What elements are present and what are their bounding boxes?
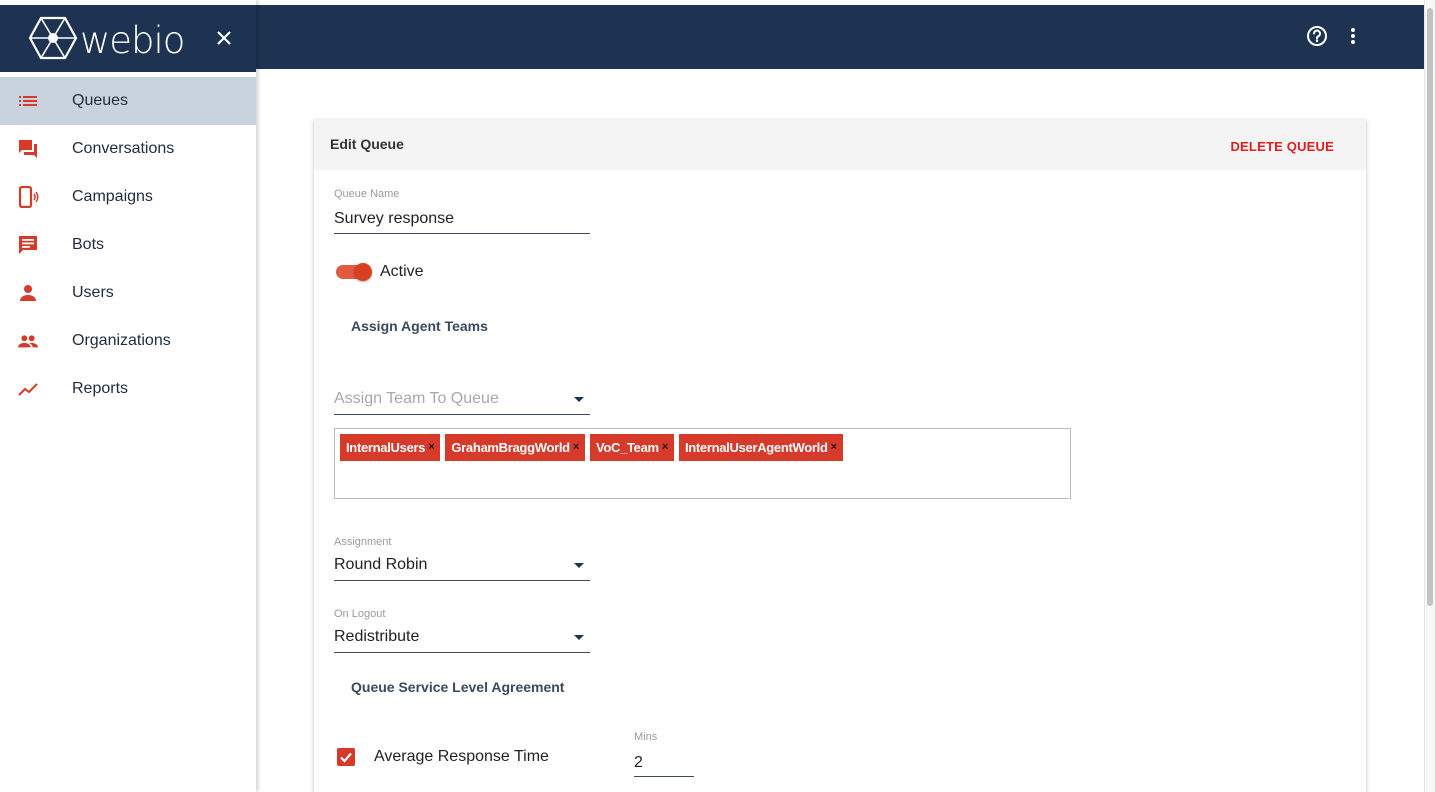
scrollbar-thumb[interactable]: [1427, 8, 1433, 606]
trending-up-icon: [17, 378, 39, 400]
sidebar-item-conversations[interactable]: Conversations: [0, 125, 256, 173]
chevron-down-icon: [574, 635, 584, 640]
person-icon: [17, 282, 39, 304]
people-icon: [17, 330, 39, 352]
sidebar-item-reports[interactable]: Reports: [0, 365, 256, 413]
sidebar-item-users[interactable]: Users: [0, 269, 256, 317]
phone-broadcast-icon: [17, 186, 39, 208]
team-chip[interactable]: InternalUserAgentWorld ×: [678, 434, 843, 461]
on-logout-value: Redistribute: [334, 628, 420, 645]
remove-chip-icon[interactable]: ×: [831, 434, 837, 461]
team-chip[interactable]: VoC_Team ×: [589, 434, 674, 461]
logo: webio: [28, 15, 185, 66]
sidebar-item-label: Organizations: [72, 332, 171, 349]
active-toggle[interactable]: [336, 263, 372, 281]
toggle-knob: [354, 263, 372, 281]
avg-response-minutes-value: 2: [634, 754, 643, 771]
close-icon[interactable]: [214, 28, 234, 48]
remove-chip-icon[interactable]: ×: [428, 434, 434, 461]
forum-icon: [17, 138, 39, 160]
webio-logo-icon: [28, 15, 78, 66]
assigned-teams-box: InternalUsers × GrahamBraggWorld × VoC_T…: [334, 428, 1071, 499]
sidebar-item-label: Users: [72, 284, 114, 301]
queue-name-value: Survey response: [334, 210, 455, 227]
team-chip[interactable]: GrahamBraggWorld ×: [445, 434, 585, 461]
assignment-value: Round Robin: [334, 556, 428, 573]
app-root: webio Queues Conversations Campaigns Bot…: [0, 0, 1435, 792]
sidebar: webio Queues Conversations Campaigns Bot…: [0, 0, 256, 792]
help-circle-icon[interactable]: [1306, 25, 1328, 47]
assign-agent-teams-heading: Assign Agent Teams: [351, 318, 488, 334]
sidebar-item-queues[interactable]: Queues: [0, 77, 256, 125]
chevron-down-icon: [574, 563, 584, 568]
sidebar-item-bots[interactable]: Bots: [0, 221, 256, 269]
more-vert-icon[interactable]: [1342, 25, 1364, 47]
team-chip[interactable]: InternalUsers ×: [340, 434, 441, 461]
team-chip-label: GrahamBraggWorld: [451, 440, 570, 455]
sidebar-item-label: Conversations: [72, 140, 175, 157]
card-title: Edit Queue: [330, 136, 404, 152]
team-chip-label: VoC_Team: [595, 440, 659, 455]
sidebar-item-campaigns[interactable]: Campaigns: [0, 173, 256, 221]
logo-text: webio: [80, 18, 185, 62]
active-label: Active: [380, 263, 424, 280]
sidebar-item-label: Queues: [72, 92, 129, 109]
sidebar-item-organizations[interactable]: Organizations: [0, 317, 256, 365]
on-logout-select[interactable]: Redistribute: [334, 626, 590, 653]
chat-icon: [17, 234, 39, 256]
assignment-label: Assignment: [334, 536, 392, 548]
assignment-select[interactable]: Round Robin: [334, 554, 590, 581]
assign-team-select[interactable]: Assign Team To Queue: [334, 388, 590, 415]
sidebar-header: webio: [0, 0, 256, 72]
delete-queue-button[interactable]: DELETE QUEUE: [1230, 139, 1334, 154]
remove-chip-icon[interactable]: ×: [662, 434, 668, 461]
list-icon: [17, 90, 39, 112]
edit-queue-card: Edit Queue DELETE QUEUE Queue Name Surve…: [314, 120, 1366, 792]
on-logout-label: On Logout: [334, 608, 386, 620]
chevron-down-icon: [574, 397, 584, 402]
queue-name-label: Queue Name: [334, 188, 400, 200]
team-chip-label: InternalUsers: [346, 440, 426, 455]
sidebar-item-label: Campaigns: [72, 188, 153, 205]
sla-heading: Queue Service Level Agreement: [351, 679, 565, 695]
queue-name-input[interactable]: Survey response: [334, 208, 590, 234]
avg-response-label: Average Response Time: [374, 748, 549, 765]
assign-team-placeholder: Assign Team To Queue: [334, 390, 499, 407]
sidebar-nav: Queues Conversations Campaigns Bots User…: [0, 77, 256, 413]
avg-response-checkbox[interactable]: [337, 748, 355, 766]
team-chip-label: InternalUserAgentWorld: [684, 440, 828, 455]
avg-response-minutes-input[interactable]: 2: [634, 752, 694, 777]
remove-chip-icon[interactable]: ×: [573, 434, 579, 461]
mins-label: Mins: [634, 731, 658, 743]
card-header: Edit Queue DELETE QUEUE: [314, 120, 1366, 170]
sidebar-item-label: Bots: [72, 236, 105, 253]
page-scrollbar[interactable]: [1424, 0, 1435, 792]
sidebar-item-label: Reports: [72, 380, 129, 397]
